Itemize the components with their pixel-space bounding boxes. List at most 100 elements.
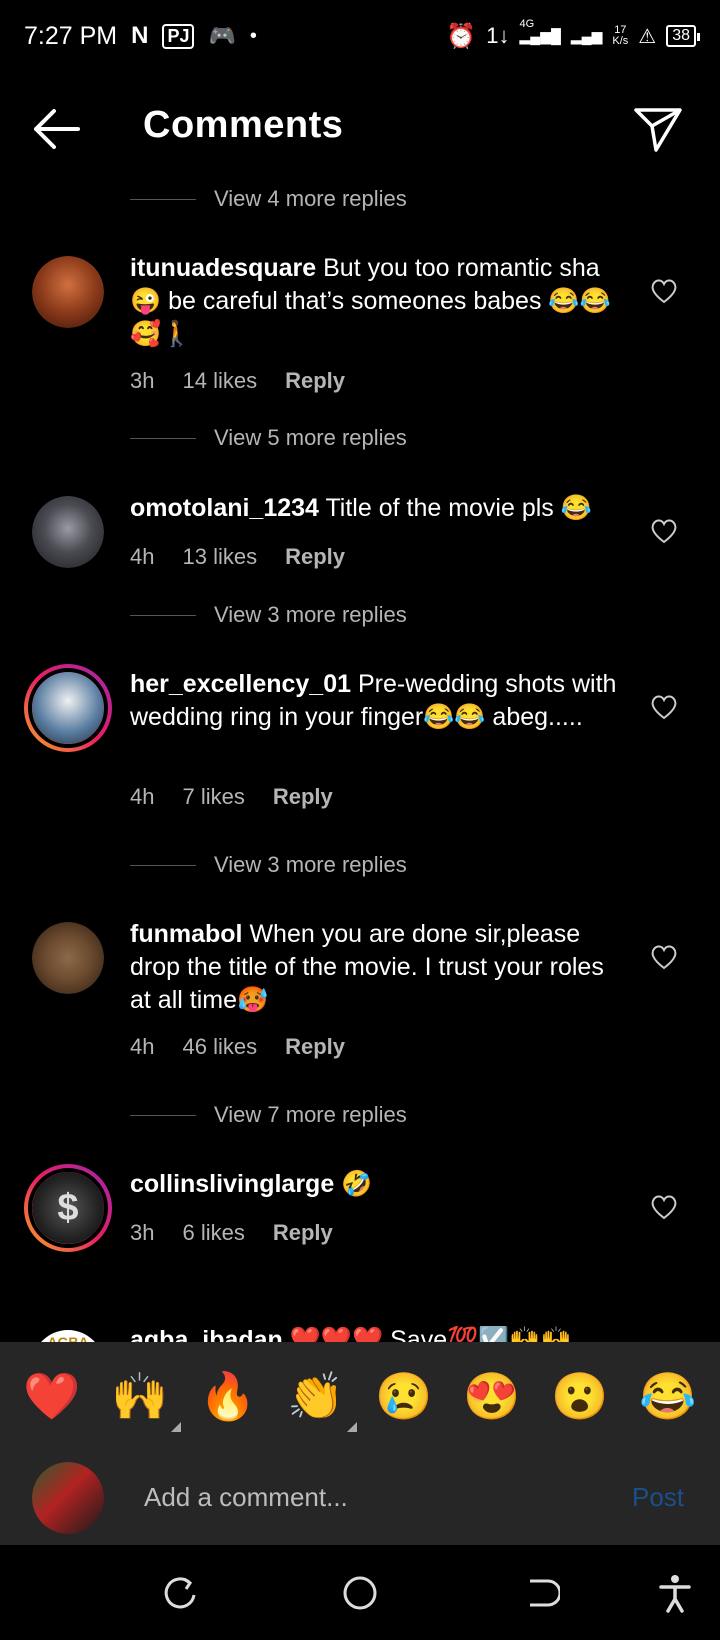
comment-text: funmabol When you are done sir,please dr… [130, 918, 630, 1017]
emoji-surprised-button[interactable]: 😮 [545, 1369, 615, 1424]
avatar-story-ring[interactable] [24, 664, 112, 752]
avatar-logo-text: AGBA [47, 1334, 89, 1342]
comments-list[interactable]: View 4 more replies itunuadesquare But y… [0, 180, 720, 1342]
comment-meta: 4h 13 likes Reply [130, 544, 345, 570]
avatar: $ [28, 1168, 108, 1248]
comment-time: 4h [130, 544, 155, 569]
network-speed-unit: K/s [612, 35, 629, 47]
comment-meta: 4h 7 likes Reply [130, 784, 333, 810]
more-notifications-dot: • [249, 24, 257, 47]
accessibility-icon[interactable] [655, 1573, 695, 1613]
avatar-image [32, 1462, 104, 1534]
avatar-story-ring[interactable]: $ [24, 1164, 112, 1252]
dollar-logo-icon: $ [57, 1186, 79, 1229]
heart-icon[interactable] [650, 694, 678, 720]
comment-text: agba_ibadan ❤️❤️❤️ Save💯☑️🙌🙌 [130, 1326, 630, 1342]
heart-icon[interactable] [650, 518, 678, 544]
skin-tone-indicator [171, 1421, 181, 1432]
skin-tone-indicator [347, 1421, 357, 1432]
back-nav-icon[interactable] [520, 1573, 560, 1613]
post-button[interactable]: Post [632, 1482, 684, 1513]
emoji-fire-button[interactable]: 🔥 [193, 1369, 263, 1424]
avatar-image [32, 922, 104, 994]
back-arrow-icon[interactable] [30, 106, 82, 152]
comment-likes[interactable]: 6 likes [182, 1220, 244, 1246]
emoji-clapping-button[interactable]: 👏 [281, 1369, 357, 1432]
status-time: 7:27 PM [24, 21, 118, 50]
data-transfer-icon: 1↓ [486, 23, 510, 48]
comment-time: 4h [130, 1034, 155, 1059]
heart-icon[interactable] [650, 944, 678, 970]
recent-apps-icon[interactable] [160, 1573, 200, 1613]
reply-line [130, 437, 196, 439]
network-speed: 17 K/s [612, 25, 628, 47]
heart-icon[interactable] [650, 1194, 678, 1220]
avatar-image [32, 496, 104, 568]
avatar[interactable] [32, 922, 104, 994]
comment-username[interactable]: agba_ibadan [130, 1326, 283, 1342]
app-notification-icon: PJ [162, 23, 195, 49]
comment-likes[interactable]: 13 likes [182, 544, 257, 570]
network-type: 4G [519, 17, 535, 30]
comment-text: itunuadesquare But you too romantic sha … [130, 252, 630, 351]
reply-button[interactable]: Reply [273, 784, 333, 810]
status-bar: 7:27 PM N PJ 🎮 • ⏰ 1↓ 4G ▂▄▆█ ▂▄▆ 17 K/s … [0, 0, 720, 72]
avatar[interactable] [32, 256, 104, 328]
send-icon[interactable] [632, 104, 684, 154]
reply-button[interactable]: Reply [285, 1034, 345, 1060]
emoji-heart-button[interactable]: ❤️ [17, 1369, 87, 1424]
comment-time: 3h [130, 368, 155, 393]
comment-meta: 4h 46 likes Reply [130, 1034, 345, 1060]
reply-button[interactable]: Reply [285, 368, 345, 394]
avatar-image [32, 672, 104, 744]
comment-meta: 3h 14 likes Reply [130, 368, 345, 394]
gamepad-notification-icon: 🎮 [208, 23, 236, 48]
view-replies-link[interactable]: View 7 more replies [130, 1102, 407, 1128]
comment-username[interactable]: her_excellency_01 [130, 670, 351, 698]
emoji-raising-hands-glyph: 🙌 [111, 1369, 169, 1422]
battery-level: 38 [672, 27, 690, 44]
comment-username[interactable]: collinslivinglarge [130, 1170, 334, 1198]
comment-meta: 3h 6 likes Reply [130, 1220, 333, 1246]
comment-likes[interactable]: 14 likes [182, 368, 257, 394]
comment-username[interactable]: itunuadesquare [130, 254, 316, 282]
avatar-image [32, 256, 104, 328]
reply-line [130, 864, 196, 866]
view-replies-label: View 3 more replies [214, 602, 407, 627]
netflix-notification-icon: N [131, 22, 149, 49]
comment-username[interactable]: omotolani_1234 [130, 494, 319, 522]
comment-username[interactable]: funmabol [130, 920, 243, 948]
avatar-image: $ [32, 1172, 104, 1244]
view-replies-label: View 7 more replies [214, 1102, 407, 1127]
view-replies-link[interactable]: View 3 more replies [130, 852, 407, 878]
heart-icon[interactable] [650, 278, 678, 304]
emoji-laughing-button[interactable]: 😂 [633, 1369, 703, 1424]
comment-likes[interactable]: 7 likes [182, 784, 244, 810]
view-replies-link[interactable]: View 4 more replies [130, 186, 407, 212]
emoji-raising-hands-button[interactable]: 🙌 [105, 1369, 181, 1432]
comment-composer: Post [0, 1450, 720, 1545]
comment-content: 🤣 [341, 1170, 373, 1198]
comment-likes[interactable]: 46 likes [182, 1034, 257, 1060]
home-icon[interactable] [340, 1573, 380, 1613]
view-replies-link[interactable]: View 3 more replies [130, 602, 407, 628]
emoji-heart-eyes-button[interactable]: 😍 [457, 1369, 527, 1424]
reply-button[interactable]: Reply [285, 544, 345, 570]
reply-line [130, 198, 196, 200]
comment-content: ❤️❤️❤️ Save💯☑️🙌🙌 [289, 1326, 572, 1342]
emoji-crying-button[interactable]: 😢 [369, 1369, 439, 1424]
warning-icon: ⚠ [638, 25, 657, 48]
emoji-clapping-glyph: 👏 [287, 1369, 345, 1422]
view-replies-label: View 3 more replies [214, 852, 407, 877]
alarm-icon: ⏰ [446, 22, 477, 50]
avatar[interactable]: AGBA [32, 1330, 104, 1342]
view-replies-link[interactable]: View 5 more replies [130, 425, 407, 451]
avatar [28, 668, 108, 748]
comments-header: Comments [0, 84, 720, 174]
comment-time: 3h [130, 1220, 155, 1245]
comment-input[interactable] [144, 1472, 584, 1522]
avatar[interactable] [32, 496, 104, 568]
reply-line [130, 1114, 196, 1116]
comment-content: Title of the movie pls 😂 [325, 494, 592, 522]
reply-button[interactable]: Reply [273, 1220, 333, 1246]
